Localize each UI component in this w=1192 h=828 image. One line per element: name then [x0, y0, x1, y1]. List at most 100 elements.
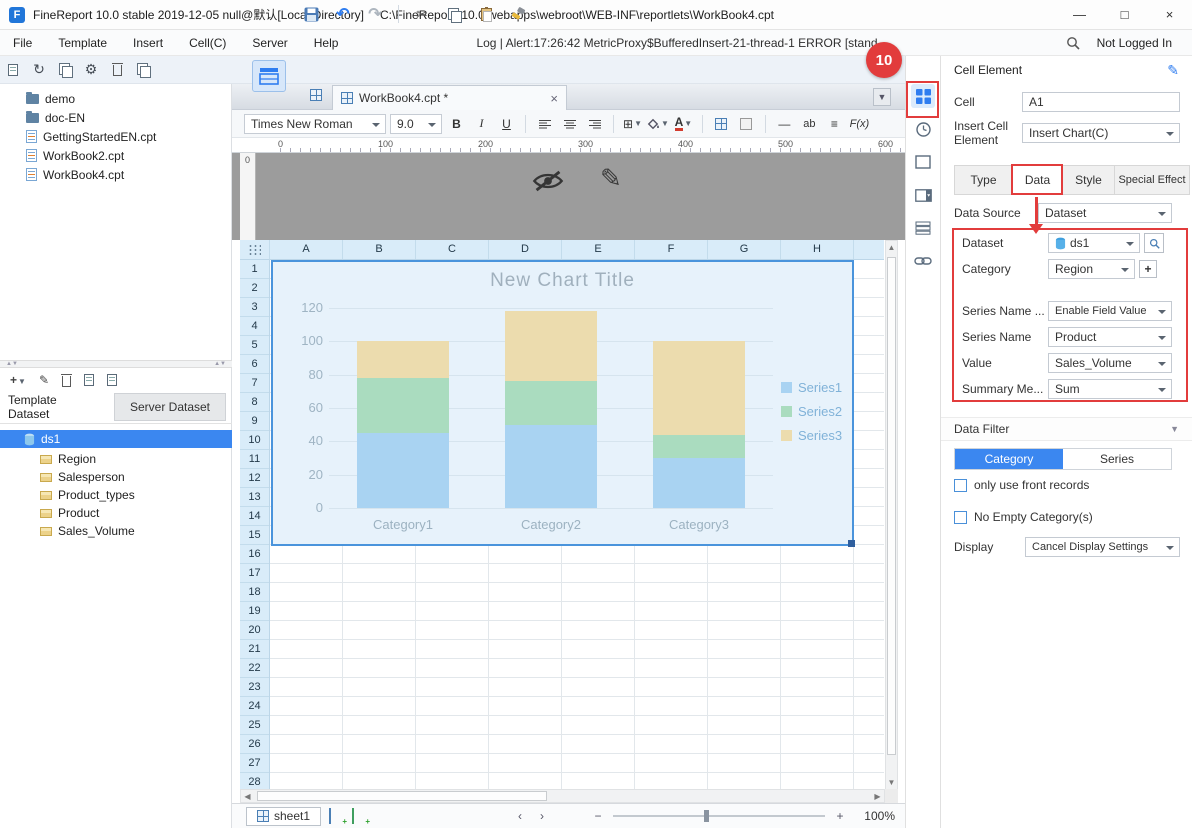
column-header[interactable]: G: [708, 240, 781, 259]
tab-type[interactable]: Type: [955, 166, 1013, 194]
add-dataset-button[interactable]: +▼: [10, 373, 26, 387]
preview-button[interactable]: [52, 59, 78, 81]
font-size-select[interactable]: 9.0: [390, 113, 442, 134]
vertical-scroll-thumb[interactable]: [887, 257, 896, 755]
zoom-slider[interactable]: [613, 809, 825, 823]
row-header[interactable]: 26: [240, 735, 269, 754]
server-dataset-tab[interactable]: Server Dataset: [114, 393, 226, 421]
row-header[interactable]: 17: [240, 564, 269, 583]
column-header[interactable]: F: [635, 240, 708, 259]
dataset-field[interactable]: Product_types: [0, 486, 232, 504]
wrap-text-button[interactable]: ≡: [824, 113, 845, 135]
duplicate-button[interactable]: [130, 59, 156, 81]
dataset-field[interactable]: Salesperson: [0, 468, 232, 486]
menu-item[interactable]: File: [0, 30, 45, 56]
row-header[interactable]: 8: [240, 393, 269, 412]
tree-file[interactable]: WorkBook2.cpt: [0, 146, 231, 165]
dataset-field[interactable]: Region: [0, 450, 232, 468]
align-center-button[interactable]: [559, 113, 580, 135]
column-header[interactable]: C: [416, 240, 489, 259]
data-source-select[interactable]: Dataset: [1038, 203, 1172, 223]
row-header[interactable]: 10: [240, 431, 269, 450]
edit-dataset-button[interactable]: ✎: [39, 373, 49, 387]
tab-close-icon[interactable]: ×: [550, 91, 558, 106]
scroll-right-icon[interactable]: ▶: [872, 792, 883, 801]
row-header[interactable]: 9: [240, 412, 269, 431]
log-status-text[interactable]: Log | Alert:17:26:42 MetricProxy$Buffere…: [476, 36, 877, 50]
scroll-left-icon[interactable]: ◀: [242, 792, 253, 801]
insert-element-select[interactable]: Insert Chart(C): [1022, 123, 1180, 143]
zoom-out-button[interactable]: −: [591, 809, 605, 823]
font-color-button[interactable]: A ▼: [673, 113, 694, 135]
tab-style[interactable]: Style: [1063, 166, 1115, 194]
scroll-down-icon[interactable]: ▼: [886, 778, 897, 787]
row-header[interactable]: 27: [240, 754, 269, 773]
select-all-corner[interactable]: [240, 240, 270, 260]
panel-splitter[interactable]: ▲▼ ▲▼: [0, 360, 232, 368]
italic-button[interactable]: I: [471, 113, 492, 135]
underline-button[interactable]: U: [496, 113, 517, 135]
row-header[interactable]: 18: [240, 583, 269, 602]
zoom-in-button[interactable]: +: [833, 809, 847, 823]
edit-pencil-icon[interactable]: ✎: [1167, 62, 1179, 79]
row-header[interactable]: 23: [240, 678, 269, 697]
tree-file[interactable]: GettingStartedEN.cpt: [0, 127, 231, 146]
sheet-scroll-right[interactable]: ›: [535, 809, 549, 823]
login-status[interactable]: Not Logged In: [1097, 36, 1172, 50]
menu-item[interactable]: Cell(C): [176, 30, 239, 56]
paste-button[interactable]: [473, 3, 499, 25]
column-header[interactable]: E: [562, 240, 635, 259]
row-header[interactable]: 5: [240, 336, 269, 355]
edit-template-button[interactable]: ✎: [600, 163, 622, 194]
redo-button[interactable]: ↷: [362, 3, 388, 25]
tab-list-dropdown[interactable]: ▼: [873, 88, 891, 106]
filter-toggle-category[interactable]: Category: [955, 449, 1063, 469]
shape-tool[interactable]: [911, 150, 935, 174]
row-header[interactable]: 25: [240, 716, 269, 735]
row-header[interactable]: 14: [240, 507, 269, 526]
template-web-attributes-button[interactable]: [252, 60, 286, 92]
no-empty-category-checkbox[interactable]: [954, 510, 967, 524]
row-header[interactable]: 21: [240, 640, 269, 659]
hide-widgets-button[interactable]: [532, 169, 564, 193]
zoom-slider-thumb[interactable]: [704, 810, 710, 822]
scroll-up-icon[interactable]: ▲: [886, 243, 897, 252]
filter-toggle-series[interactable]: Series: [1063, 449, 1171, 469]
row-header[interactable]: 16: [240, 545, 269, 564]
dataset-field[interactable]: Sales_Volume: [0, 522, 232, 540]
border-button[interactable]: ⊞ ▼: [622, 113, 643, 135]
tab-special-effect[interactable]: Special Effect: [1115, 166, 1189, 194]
tree-folder[interactable]: demo: [0, 89, 231, 108]
plugin-manager-button[interactable]: ⚙: [78, 59, 104, 81]
minimize-button[interactable]: —: [1057, 0, 1102, 29]
row-header[interactable]: 28: [240, 773, 269, 790]
chart[interactable]: New Chart Title 0 20 40 60 80 100 120 Category1…: [271, 260, 855, 547]
row-header[interactable]: 2: [240, 279, 269, 298]
row-header[interactable]: 22: [240, 659, 269, 678]
dataset-field[interactable]: Product: [0, 504, 232, 522]
row-header[interactable]: 4: [240, 317, 269, 336]
refresh-button[interactable]: ↻: [26, 59, 52, 81]
column-header[interactable]: A: [270, 240, 343, 259]
menu-item[interactable]: Server: [239, 30, 300, 56]
align-left-button[interactable]: [534, 113, 555, 135]
row-header[interactable]: 6: [240, 355, 269, 374]
undo-button[interactable]: ↶: [330, 3, 356, 25]
tree-folder[interactable]: doc-EN: [0, 108, 231, 127]
fill-color-button[interactable]: ▼: [647, 113, 669, 135]
row-header[interactable]: 7: [240, 374, 269, 393]
grid-template-icon[interactable]: [310, 89, 322, 101]
template-dataset-tab[interactable]: Template Dataset: [8, 393, 78, 421]
sheet-tab[interactable]: sheet1: [246, 806, 322, 826]
menu-item[interactable]: Template: [45, 30, 120, 56]
format-painter-button[interactable]: [505, 3, 531, 25]
front-records-checkbox[interactable]: [954, 478, 967, 492]
sheet-scroll-left[interactable]: ‹: [513, 809, 527, 823]
row-header[interactable]: 3: [240, 298, 269, 317]
column-header[interactable]: D: [489, 240, 562, 259]
hyperlink-tool[interactable]: [911, 249, 935, 273]
row-header[interactable]: 11: [240, 450, 269, 469]
dataset-item-ds1[interactable]: ds1: [0, 430, 232, 448]
add-grid-sheet-button[interactable]: +: [329, 808, 347, 826]
cell-width-button[interactable]: —: [774, 113, 795, 135]
